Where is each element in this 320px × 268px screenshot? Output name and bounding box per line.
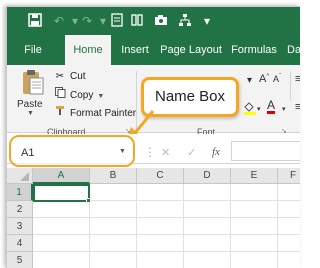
cell-f5[interactable]: [278, 252, 300, 268]
cell-b3[interactable]: [90, 218, 137, 235]
cell-e3[interactable]: [231, 218, 278, 235]
cell-d4[interactable]: [184, 235, 231, 252]
cell-f3[interactable]: [278, 218, 300, 235]
cell-e2[interactable]: [231, 201, 278, 218]
formula-input[interactable]: [231, 141, 300, 161]
cancel-icon[interactable]: ✕: [161, 146, 170, 159]
cell-d2[interactable]: [184, 201, 231, 218]
more-options-icon[interactable]: ⋮: [144, 145, 156, 159]
column-header-f[interactable]: F: [278, 168, 300, 184]
cell-c2[interactable]: [137, 201, 184, 218]
cell-f4[interactable]: [278, 235, 300, 252]
cell-c3[interactable]: [137, 218, 184, 235]
cell-e4[interactable]: [231, 235, 278, 252]
column-header-d[interactable]: D: [184, 168, 231, 184]
cell-a5[interactable]: [33, 252, 90, 268]
cell-b2[interactable]: [90, 201, 137, 218]
name-box-value[interactable]: A1: [21, 147, 34, 159]
column-header-a[interactable]: A: [33, 168, 90, 184]
insert-function-icon[interactable]: fx: [212, 146, 220, 158]
worksheet-grid: A B C D E F 1 2 3 4 5: [7, 168, 300, 268]
cell-c1[interactable]: [137, 184, 184, 201]
cell-c5[interactable]: [137, 252, 184, 268]
cell-d5[interactable]: [184, 252, 231, 268]
cell-d1[interactable]: [184, 184, 231, 201]
cell-a2[interactable]: [33, 201, 90, 218]
row-header-3[interactable]: 3: [7, 218, 33, 235]
cell-f1[interactable]: [278, 184, 300, 201]
row-header-2[interactable]: 2: [7, 201, 33, 218]
fill-handle[interactable]: [86, 198, 91, 203]
row-header-5[interactable]: 5: [7, 252, 33, 268]
cell-d3[interactable]: [184, 218, 231, 235]
enter-icon[interactable]: ✓: [187, 146, 196, 159]
cell-b4[interactable]: [90, 235, 137, 252]
cell-f2[interactable]: [278, 201, 300, 218]
cell-b1[interactable]: [90, 184, 137, 201]
row-header-1[interactable]: 1: [7, 184, 33, 201]
cell-e5[interactable]: [231, 252, 278, 268]
row-header-4[interactable]: 4: [7, 235, 33, 252]
cell-a4[interactable]: [33, 235, 90, 252]
column-header-e[interactable]: E: [231, 168, 278, 184]
select-all-corner[interactable]: [7, 168, 33, 184]
excel-window: ↶ ▾ ↷ ▾ ▾ File Home Insert Page Layout F…: [6, 6, 300, 268]
cell-a3[interactable]: [33, 218, 90, 235]
column-header-b[interactable]: B: [90, 168, 137, 184]
column-header-c[interactable]: C: [137, 168, 184, 184]
cell-c4[interactable]: [137, 235, 184, 252]
cell-e1[interactable]: [231, 184, 278, 201]
active-cell-a1[interactable]: [33, 184, 90, 202]
name-box-dropdown-icon[interactable]: ▼: [119, 148, 126, 155]
cell-b5[interactable]: [90, 252, 137, 268]
